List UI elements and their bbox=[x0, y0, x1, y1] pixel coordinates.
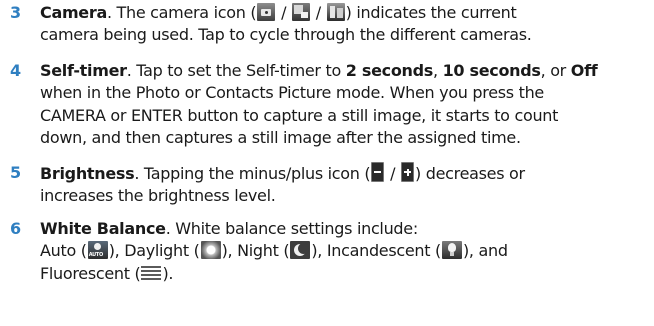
auto-wb-icon bbox=[87, 241, 108, 260]
item-body: Brightness. Tapping the minus/plus icon … bbox=[40, 162, 525, 206]
manual-page: 3 Camera. The camera icon ( / / ) indica… bbox=[0, 0, 654, 326]
night-icon bbox=[290, 241, 311, 260]
daylight-icon bbox=[200, 241, 221, 260]
item-title: Self-timer bbox=[40, 61, 127, 80]
item-body: White Balance. White balance settings in… bbox=[40, 218, 646, 285]
item-title: Brightness bbox=[40, 164, 135, 183]
item-title: White Balance bbox=[40, 219, 166, 238]
camera-secondary-icon bbox=[291, 3, 310, 21]
item-body: Camera. The camera icon ( / / ) indicate… bbox=[40, 3, 532, 45]
item-title: Camera bbox=[40, 3, 107, 22]
plus-icon bbox=[401, 162, 415, 182]
item-number: 6 bbox=[10, 219, 22, 238]
item-number: 3 bbox=[10, 3, 22, 22]
item-body: Self-timer. Tap to set the Self-timer to… bbox=[40, 61, 598, 148]
item-number: 4 bbox=[10, 61, 22, 80]
incandescent-icon bbox=[441, 241, 462, 260]
minus-icon bbox=[371, 162, 385, 182]
camera-icon bbox=[257, 3, 276, 21]
item-number: 5 bbox=[10, 163, 22, 182]
camera-video-icon bbox=[326, 3, 345, 21]
fluorescent-icon bbox=[141, 263, 162, 282]
